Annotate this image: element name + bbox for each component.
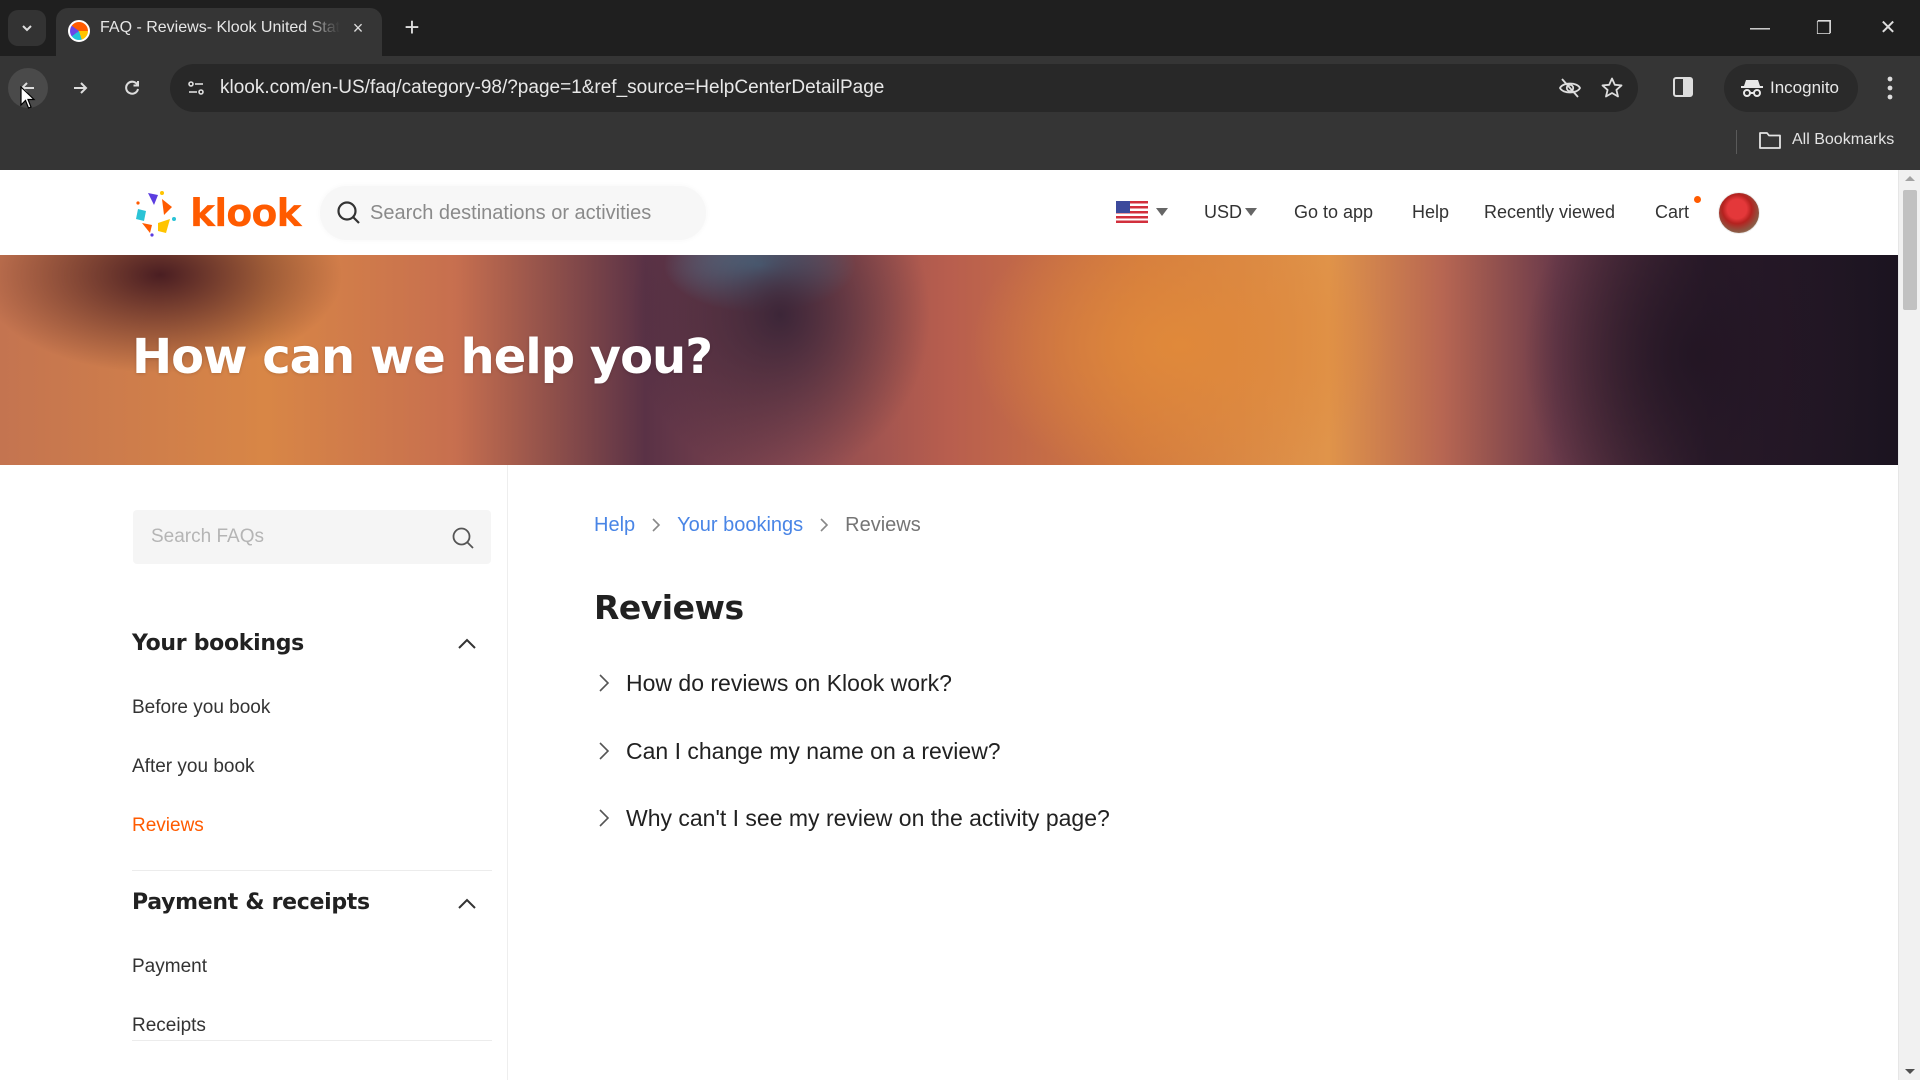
- hero-title: How can we help you?: [132, 329, 713, 385]
- browser-toolbar: klook.com/en-US/faq/category-98/?page=1&…: [0, 56, 1920, 120]
- url-text[interactable]: klook.com/en-US/faq/category-98/?page=1&…: [220, 64, 884, 112]
- cart-notification-dot: [1694, 196, 1701, 203]
- faq-search-box[interactable]: [133, 510, 491, 564]
- chevron-right-icon: [599, 674, 610, 692]
- faq-question[interactable]: Can I change my name on a review?: [598, 734, 1001, 768]
- more-vert-icon[interactable]: [1876, 72, 1904, 104]
- incognito-icon: [1741, 80, 1763, 97]
- sidebar-group-your-bookings[interactable]: Your bookings: [132, 631, 304, 656]
- search-icon[interactable]: [451, 526, 475, 550]
- all-bookmarks-label: All Bookmarks: [1792, 131, 1895, 148]
- incognito-badge[interactable]: Incognito: [1724, 64, 1858, 112]
- reload-icon: [125, 80, 139, 95]
- caret-down-icon[interactable]: [1156, 208, 1168, 216]
- faq-question-text: Why can't I see my review on the activit…: [626, 804, 1110, 831]
- scroll-up-arrow-icon[interactable]: [1905, 176, 1915, 181]
- scroll-down-arrow-icon[interactable]: [1905, 1069, 1915, 1074]
- caret-down-icon[interactable]: [1245, 208, 1257, 216]
- bookmark-star-icon[interactable]: [1600, 76, 1624, 100]
- faq-question-text: How do reviews on Klook work?: [626, 669, 952, 696]
- window-close-button[interactable]: ✕: [1864, 8, 1912, 48]
- sidebar-group-payment-receipts[interactable]: Payment & receipts: [132, 890, 370, 915]
- scrollbar-thumb[interactable]: [1903, 190, 1917, 310]
- new-tab-button[interactable]: +: [396, 12, 428, 44]
- all-bookmarks-button[interactable]: All Bookmarks: [1758, 124, 1894, 156]
- cart-link[interactable]: Cart: [1655, 170, 1689, 255]
- faq-question[interactable]: Why can't I see my review on the activit…: [598, 801, 1110, 835]
- klook-favicon-icon: [68, 20, 90, 42]
- side-panel-icon[interactable]: [1672, 76, 1694, 98]
- chevron-right-icon: [599, 742, 610, 760]
- site-search-box[interactable]: [320, 186, 706, 240]
- minimize-button[interactable]: —: [1736, 8, 1784, 48]
- sidebar-item-after-you-book[interactable]: After you book: [132, 756, 255, 778]
- chevron-right-icon: [599, 809, 610, 827]
- tab-close-icon[interactable]: ×: [346, 16, 370, 40]
- chevron-up-icon[interactable]: [456, 897, 478, 911]
- tune-icon: [188, 81, 204, 95]
- chevron-down-icon: [22, 25, 32, 32]
- search-icon: [337, 201, 360, 224]
- sidebar-divider: [132, 1040, 492, 1041]
- tab-search-button[interactable]: [8, 10, 46, 46]
- go-to-app-link[interactable]: Go to app: [1294, 170, 1373, 255]
- sidebar-item-receipts[interactable]: Receipts: [132, 1015, 206, 1037]
- breadcrumb: Help Your bookings Reviews: [594, 510, 921, 540]
- folder-icon: [1759, 132, 1781, 149]
- site-header: klook USD Go to app Help Recently viewed…: [0, 170, 1898, 255]
- klook-wordmark: klook: [190, 191, 302, 235]
- bookmarks-separator: [1736, 130, 1737, 154]
- reload-button[interactable]: [112, 68, 152, 108]
- page-scrollbar[interactable]: [1898, 170, 1920, 1080]
- recently-viewed-link[interactable]: Recently viewed: [1484, 170, 1615, 255]
- klook-logo-icon: [136, 191, 176, 237]
- browser-tab-active[interactable]: FAQ - Reviews- Klook United States ×: [56, 8, 382, 56]
- eye-off-icon[interactable]: [1558, 76, 1582, 100]
- sidebar-item-before-you-book[interactable]: Before you book: [132, 697, 270, 719]
- site-info-button[interactable]: [178, 70, 214, 106]
- faq-sidebar: Your bookings Before you book After you …: [0, 465, 508, 1080]
- browser-tab-strip: FAQ - Reviews- Klook United States × + —…: [0, 0, 1920, 56]
- sidebar-item-reviews[interactable]: Reviews: [132, 815, 204, 837]
- currency-selector[interactable]: USD: [1204, 170, 1242, 255]
- web-page: klook USD Go to app Help Recently viewed…: [0, 170, 1898, 1080]
- site-search-input[interactable]: [370, 186, 690, 240]
- mouse-cursor-icon: [20, 86, 36, 109]
- incognito-label: Incognito: [1770, 78, 1839, 97]
- restore-button[interactable]: ❐: [1800, 8, 1848, 48]
- sidebar-item-payment[interactable]: Payment: [132, 956, 207, 978]
- tab-title: FAQ - Reviews- Klook United States: [100, 19, 340, 36]
- breadcrumb-your-bookings[interactable]: Your bookings: [677, 514, 803, 537]
- breadcrumb-help[interactable]: Help: [594, 514, 635, 537]
- chevron-right-icon: [819, 517, 829, 533]
- chevron-up-icon[interactable]: [456, 637, 478, 651]
- klook-logo[interactable]: klook: [132, 188, 302, 238]
- help-link[interactable]: Help: [1412, 170, 1449, 255]
- faq-search-input[interactable]: [151, 510, 431, 564]
- breadcrumb-current: Reviews: [845, 513, 921, 536]
- faq-question[interactable]: How do reviews on Klook work?: [598, 666, 952, 700]
- page-title: Reviews: [594, 588, 744, 627]
- user-avatar[interactable]: [1718, 192, 1760, 234]
- arrow-right-icon: [74, 82, 88, 94]
- forward-button[interactable]: [60, 68, 100, 108]
- address-bar[interactable]: klook.com/en-US/faq/category-98/?page=1&…: [170, 64, 1638, 112]
- chevron-right-icon: [651, 517, 661, 533]
- us-flag-icon[interactable]: [1116, 201, 1148, 223]
- sidebar-group-divider: [132, 870, 492, 871]
- hero-banner: How can we help you?: [0, 255, 1898, 465]
- faq-question-text: Can I change my name on a review?: [626, 737, 1001, 764]
- bookmarks-bar: All Bookmarks: [0, 120, 1920, 170]
